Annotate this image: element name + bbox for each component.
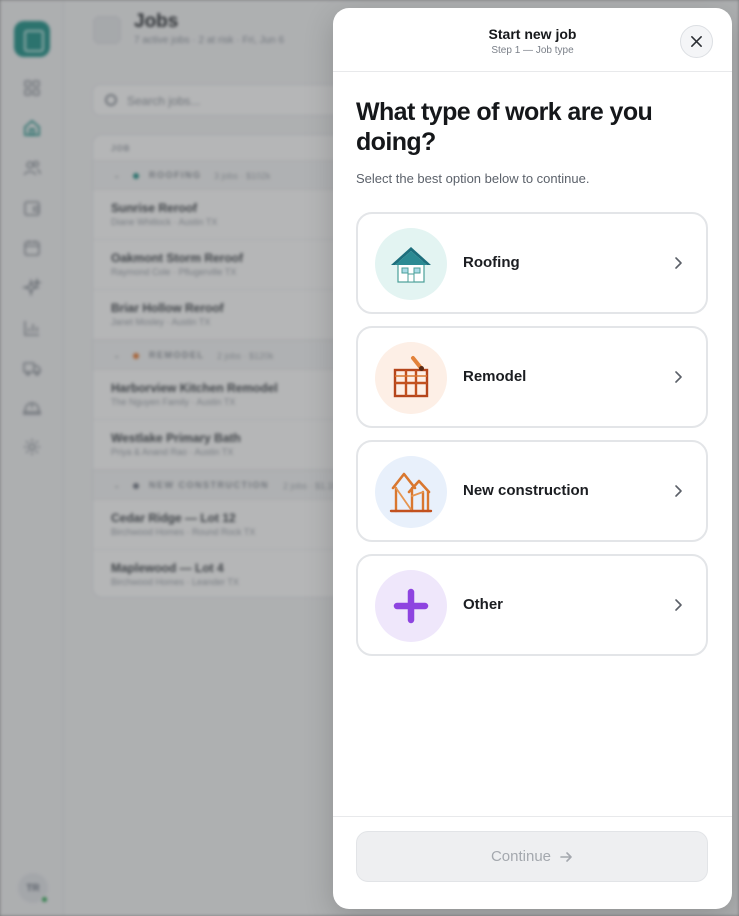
option-icon-circle: [375, 456, 447, 528]
option-roofing[interactable]: Roofing: [356, 212, 708, 314]
dialog-title: Start new job: [488, 26, 577, 42]
option-remodel[interactable]: Remodel: [356, 326, 708, 428]
close-icon: [691, 36, 702, 47]
start-new-job-dialog: Start new job Step 1 — Job type What typ…: [333, 8, 732, 909]
plus-icon: [393, 588, 429, 624]
option-icon-circle: [375, 342, 447, 414]
chevron-right-icon: [675, 599, 682, 611]
close-button[interactable]: [680, 25, 713, 58]
option-other[interactable]: Other: [356, 554, 708, 656]
question-hint: Select the best option below to continue…: [356, 171, 590, 186]
house-roof-icon: [391, 247, 431, 283]
chevron-right-icon: [675, 485, 682, 497]
dialog-header: Start new job Step 1 — Job type: [333, 8, 732, 72]
chevron-right-icon: [675, 371, 682, 383]
remodel-frame-icon: [393, 356, 429, 398]
construction-frame-icon: [389, 472, 433, 513]
dialog-step-indicator: Step 1 — Job type: [491, 45, 574, 56]
option-label: Roofing: [463, 254, 520, 271]
dialog-footer: Continue: [333, 816, 732, 909]
question-heading: What type of work are you doing?: [356, 98, 653, 156]
option-label: Other: [463, 596, 504, 613]
chevron-right-icon: [675, 257, 682, 269]
option-label: Remodel: [463, 368, 527, 385]
continue-button[interactable]: Continue: [356, 831, 708, 882]
continue-label: Continue: [490, 848, 552, 865]
option-label: New construction: [463, 482, 589, 499]
option-icon-circle: [375, 228, 447, 300]
option-icon-circle: [375, 570, 447, 642]
arrow-right-icon: [560, 851, 572, 862]
option-new-construction[interactable]: New construction: [356, 440, 708, 542]
